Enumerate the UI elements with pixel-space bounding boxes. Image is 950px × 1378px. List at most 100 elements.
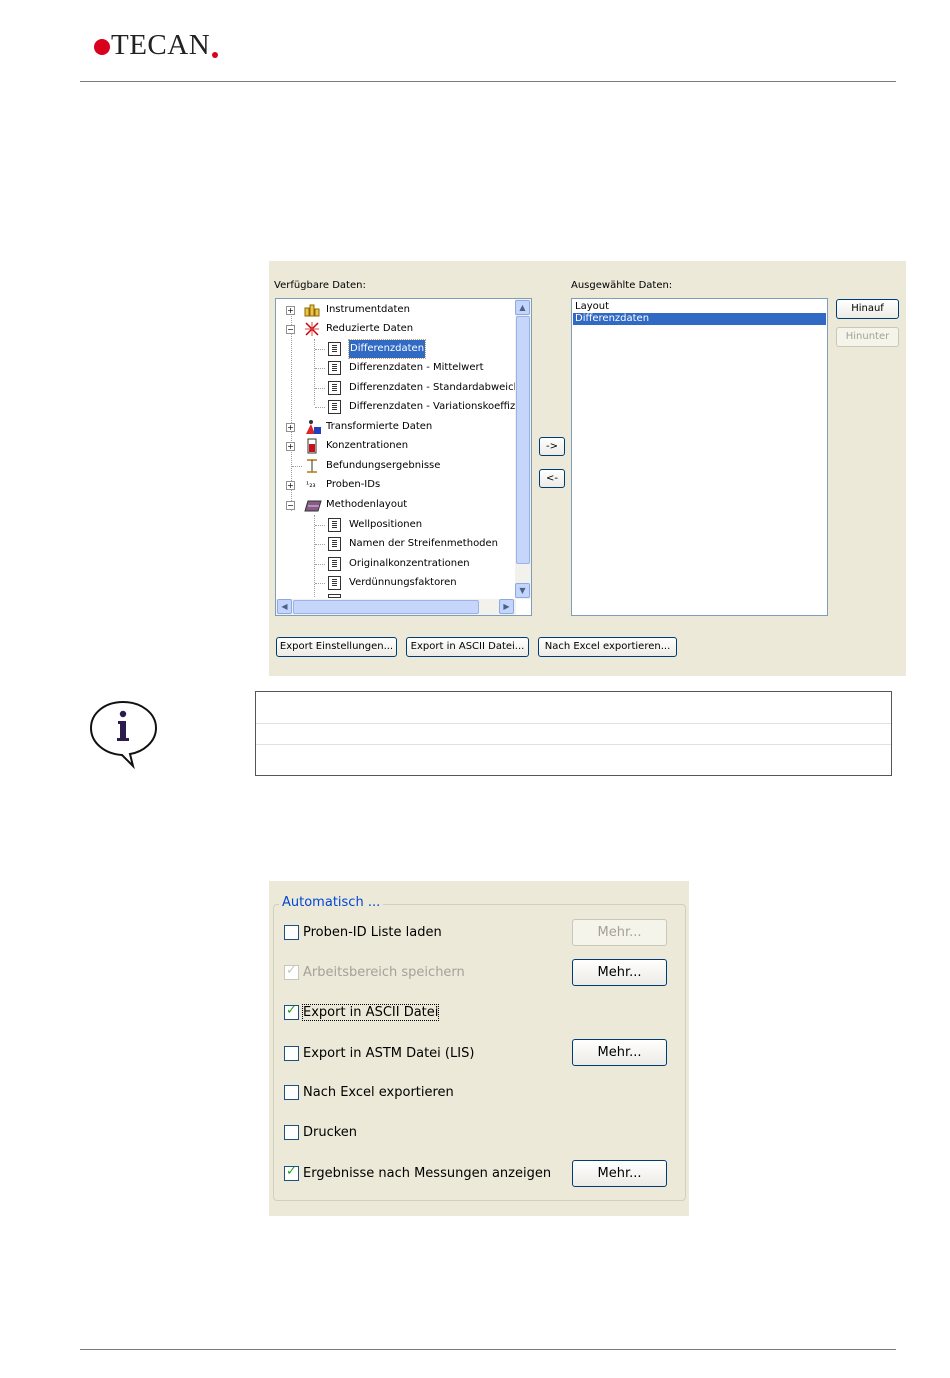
tree-item-label: Proben-IDs: [326, 479, 381, 490]
logo-dot-icon: [94, 38, 110, 55]
option-label: Arbeitsbereich speichern: [303, 964, 465, 980]
mehr-button-workspace[interactable]: Mehr...: [572, 959, 667, 986]
expand-icon[interactable]: +: [286, 442, 295, 451]
tree-item-wellpositionen[interactable]: Wellpositionen: [276, 516, 516, 534]
tree-item-label: Differenzdaten - Standardabweichu: [349, 382, 516, 393]
tree-item-label: Verdünnungsfaktoren: [349, 577, 457, 588]
document-icon: [328, 594, 341, 605]
expand-icon[interactable]: +: [286, 306, 295, 315]
scroll-thumb[interactable]: [516, 316, 530, 564]
export-ascii-button[interactable]: Export in ASCII Datei...: [406, 637, 529, 657]
option-load-sample-id-list[interactable]: Proben-ID Liste laden: [284, 923, 442, 941]
reduced-data-icon: [305, 322, 319, 336]
tree-line: [315, 544, 325, 545]
selected-item-differenzdaten[interactable]: Differenzdaten: [573, 313, 826, 325]
add-to-selection-button[interactable]: ->: [539, 437, 565, 456]
tree-line: [315, 564, 325, 565]
collapse-icon[interactable]: −: [286, 501, 295, 510]
document-icon: [328, 537, 341, 551]
tree-item-verduennungsfaktoren[interactable]: Verdünnungsfaktoren: [276, 574, 516, 592]
move-up-button[interactable]: Hinauf: [836, 299, 899, 319]
export-settings-button[interactable]: Export Einstellungen...: [276, 637, 397, 657]
tree-item-label: Originalkonzentrationen: [349, 558, 470, 569]
checkbox[interactable]: [284, 963, 299, 980]
tree-item-label: Namen der Streifenmethoden: [349, 538, 499, 549]
checkbox[interactable]: [284, 1045, 299, 1061]
tree-item-label: Instrumentdaten: [326, 304, 410, 315]
scroll-up-icon[interactable]: ▲: [515, 300, 530, 315]
available-data-label: Verfügbare Daten:: [274, 280, 366, 291]
tree-item-label: Differenzdaten - Mittelwert: [349, 362, 484, 373]
tree-item-differenzdaten-standardabweichung[interactable]: Differenzdaten - Standardabweichu: [276, 379, 516, 397]
remove-from-selection-button[interactable]: <-: [539, 469, 565, 488]
tree-item-transformierte-daten[interactable]: + Transformierte Daten: [276, 418, 516, 436]
tree-item-originalkonzentrationen[interactable]: Originalkonzentrationen: [276, 555, 516, 573]
option-label: Export in ASTM Datei (LIS): [303, 1045, 475, 1061]
tree-item-label: Methodenlayout: [326, 499, 408, 510]
mehr-button-sample-id[interactable]: Mehr...: [572, 919, 667, 946]
option-label: Export in ASCII Datei: [301, 1003, 440, 1021]
tree-item-label: Wellpositionen: [349, 519, 423, 530]
group-title: Automatisch ...: [279, 895, 384, 910]
tree-line: [315, 525, 325, 526]
tree-item-befundungsergebnisse[interactable]: Befundungsergebnisse: [276, 457, 516, 475]
document-icon: [328, 381, 341, 395]
tecan-logo: TECAN: [94, 28, 219, 62]
tree-horizontal-scrollbar[interactable]: ◀ ▶: [276, 599, 516, 615]
export-dialog: Verfügbare Daten: Ausgewählte Daten: + I…: [269, 261, 906, 676]
option-export-excel[interactable]: Nach Excel exportieren: [284, 1083, 454, 1101]
tree-line: [292, 466, 302, 467]
tree-item-proben-ids[interactable]: + ¹₂₃ Proben-IDs: [276, 476, 516, 494]
tree-item-label: Reduzierte Daten: [326, 323, 414, 334]
scroll-down-icon[interactable]: ▼: [515, 583, 530, 598]
tree-item-differenzdaten-variationskoeffizient[interactable]: Differenzdaten - Variationskoeffizer: [276, 398, 516, 416]
option-show-results[interactable]: Ergebnisse nach Messungen anzeigen: [284, 1164, 551, 1182]
info-icon: [89, 700, 158, 769]
tree-item-label: Differenzdaten - Variationskoeffizer: [349, 401, 516, 412]
available-data-tree[interactable]: + Instrumentdaten − Reduzierte Daten Dif…: [275, 298, 532, 616]
selected-data-label: Ausgewählte Daten:: [571, 280, 673, 291]
footer-rule: [80, 1349, 896, 1350]
checkbox[interactable]: [284, 1124, 299, 1140]
option-save-workspace[interactable]: Arbeitsbereich speichern: [284, 963, 465, 981]
expand-icon[interactable]: +: [286, 423, 295, 432]
scroll-left-icon[interactable]: ◀: [277, 599, 292, 614]
expand-icon[interactable]: +: [286, 481, 295, 490]
tree-item-konzentrationen[interactable]: + Konzentrationen: [276, 437, 516, 455]
scroll-right-icon[interactable]: ▶: [499, 599, 514, 614]
tree-item-label: Transformierte Daten: [326, 421, 433, 432]
instrument-icon: [304, 304, 320, 317]
selected-item-layout[interactable]: Layout: [573, 301, 826, 313]
move-down-button[interactable]: Hinunter: [836, 327, 899, 347]
tree-item-differenzdaten[interactable]: Differenzdaten: [276, 339, 516, 359]
checkbox[interactable]: [284, 1164, 299, 1181]
document-icon: [328, 518, 341, 532]
sample-id-icon: ¹₂₃: [306, 480, 316, 489]
tree-item-differenzdaten-mittelwert[interactable]: Differenzdaten - Mittelwert: [276, 359, 516, 377]
logo-text: TECAN: [111, 29, 211, 61]
collapse-icon[interactable]: −: [286, 325, 295, 334]
checkbox[interactable]: [284, 924, 299, 940]
option-label: Proben-ID Liste laden: [303, 924, 442, 940]
mehr-button-results[interactable]: Mehr...: [572, 1160, 667, 1187]
option-label: Drucken: [303, 1124, 358, 1140]
checkbox[interactable]: [284, 1003, 299, 1020]
tree-line: [315, 349, 325, 350]
option-export-ascii[interactable]: Export in ASCII Datei: [284, 1003, 440, 1021]
tree-item-namen-der-streifenmethoden[interactable]: Namen der Streifenmethoden: [276, 535, 516, 553]
note-rule: [256, 744, 891, 745]
option-label: Ergebnisse nach Messungen anzeigen: [303, 1165, 552, 1181]
export-excel-button[interactable]: Nach Excel exportieren...: [538, 637, 677, 657]
tree-item-methodenlayout[interactable]: − Methodenlayout: [276, 496, 516, 514]
option-export-astm[interactable]: Export in ASTM Datei (LIS): [284, 1044, 474, 1062]
selected-data-list[interactable]: Layout Differenzdaten: [571, 298, 828, 616]
checkbox[interactable]: [284, 1084, 299, 1100]
tree-line: [315, 388, 325, 389]
scroll-thumb[interactable]: [293, 600, 479, 614]
tree-item-reduzierte-daten[interactable]: − Reduzierte Daten: [276, 320, 516, 338]
tree-item-instrumentdaten[interactable]: + Instrumentdaten: [276, 301, 516, 319]
mehr-button-astm[interactable]: Mehr...: [572, 1039, 667, 1066]
option-print[interactable]: Drucken: [284, 1123, 357, 1141]
document-icon: [328, 557, 341, 571]
tree-vertical-scrollbar[interactable]: ▲ ▼: [515, 299, 531, 599]
